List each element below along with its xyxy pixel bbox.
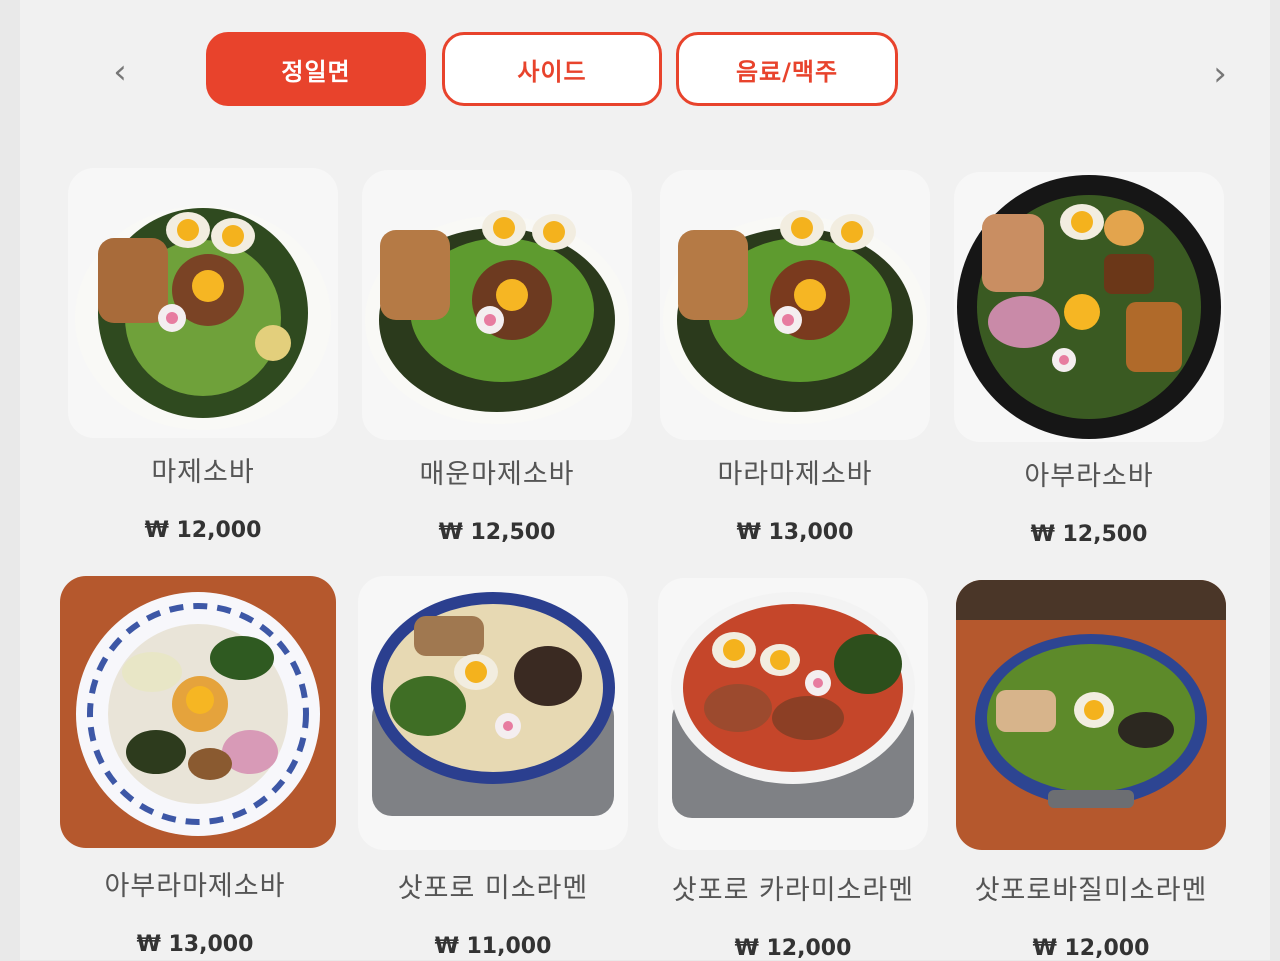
- tab-label: 사이드: [517, 57, 587, 86]
- dish-photo: [658, 578, 928, 850]
- dish-photo: [362, 170, 632, 440]
- dish-photo: [68, 168, 338, 438]
- menu-item-price: ₩ 12,000: [1032, 936, 1150, 961]
- menu-item-name: 매운마제소바: [419, 459, 575, 490]
- dish-photo: [660, 170, 930, 440]
- menu-item-name: 삿포로 카라미소라멘: [671, 875, 915, 906]
- dish-photo: [358, 576, 628, 850]
- dish-photo: [60, 576, 336, 848]
- dish-photo: [954, 172, 1224, 442]
- tab-ramen[interactable]: 정일면: [206, 32, 426, 106]
- menu-item-name: 아부라마제소바: [104, 871, 286, 902]
- menu-item-price: ₩ 13,000: [136, 932, 254, 957]
- menu-item-name: 삿포로 미소라멘: [397, 873, 589, 904]
- menu-item-name: 삿포로바질미소라멘: [974, 875, 1208, 906]
- dish-photo: [956, 580, 1226, 850]
- tab-drinks-beer[interactable]: 음료/맥주: [676, 32, 898, 106]
- menu-item-price: ₩ 12,500: [1030, 522, 1148, 547]
- menu-item-name: 마라마제소바: [717, 459, 873, 490]
- menu-screen: ‹ › 정일면 사이드 음료/맥주 마제소바 ₩ 12,000 매운마제소바 ₩…: [20, 0, 1270, 961]
- menu-item-price: ₩ 12,000: [144, 518, 262, 543]
- tab-label: 음료/맥주: [735, 57, 839, 86]
- tab-side[interactable]: 사이드: [442, 32, 662, 106]
- tab-label: 정일면: [281, 57, 351, 86]
- chevron-left-icon[interactable]: ‹: [100, 52, 140, 92]
- menu-item-name: 아부라소바: [1024, 461, 1154, 492]
- menu-item-price: ₩ 12,500: [438, 520, 556, 545]
- menu-item-price: ₩ 13,000: [736, 520, 854, 545]
- menu-item-name: 마제소바: [151, 457, 255, 488]
- menu-item-price: ₩ 12,000: [734, 936, 852, 961]
- chevron-right-icon[interactable]: ›: [1200, 54, 1240, 94]
- menu-item-price: ₩ 11,000: [434, 934, 552, 959]
